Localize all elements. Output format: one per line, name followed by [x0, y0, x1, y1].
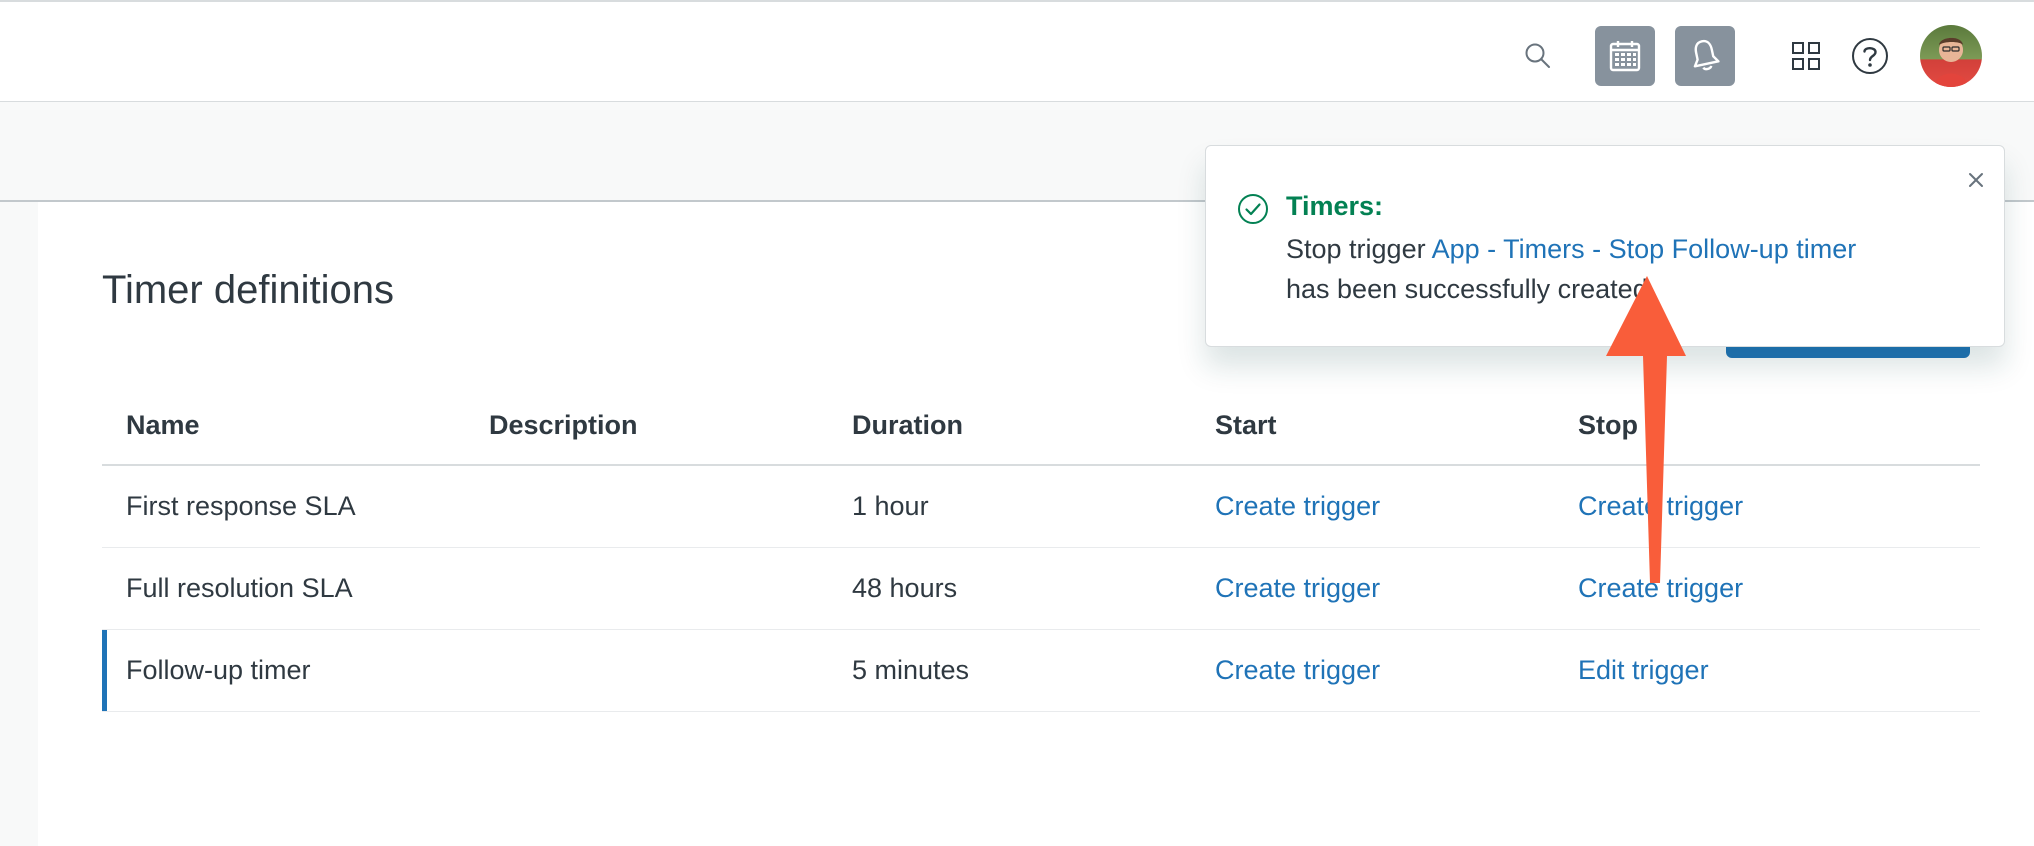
timer-name: Full resolution SLA	[102, 547, 465, 630]
page-title: Timer definitions	[102, 268, 394, 312]
check-circle-icon	[1236, 192, 1270, 226]
start-trigger-cell: Create trigger	[1191, 547, 1554, 630]
timer-name: Follow-up timer	[102, 629, 465, 712]
timer-definitions-table: Name Description Duration Start Stop Fir…	[102, 387, 1980, 712]
notification-title: Timers:	[1286, 191, 1384, 221]
close-icon[interactable]	[1958, 162, 1994, 198]
timer-description	[465, 465, 828, 548]
bell-icon[interactable]	[1675, 26, 1735, 86]
success-notification: Timers: Stop trigger App - Timers - Stop…	[1205, 145, 2005, 347]
edit-stop-trigger-link[interactable]: Edit trigger	[1578, 655, 1709, 685]
table-header-row: Name Description Duration Start Stop	[102, 387, 1980, 466]
timer-name: First response SLA	[102, 465, 465, 548]
stop-trigger-cell: Create trigger	[1554, 547, 1980, 630]
timer-duration: 5 minutes	[828, 629, 1191, 712]
stop-trigger-cell: Edit trigger	[1554, 629, 1980, 712]
message-suffix: has been successfully created.	[1286, 274, 1656, 304]
table-row: First response SLA 1 hour Create trigger…	[102, 465, 1980, 548]
column-header-description: Description	[465, 387, 828, 466]
column-header-name: Name	[102, 387, 465, 466]
create-start-trigger-link[interactable]: Create trigger	[1215, 491, 1380, 521]
timer-description	[465, 547, 828, 630]
timer-description	[465, 629, 828, 712]
stop-trigger-cell: Create trigger	[1554, 465, 1980, 548]
create-stop-trigger-link[interactable]: Create trigger	[1578, 573, 1743, 603]
top-bar	[0, 0, 2034, 102]
column-header-duration: Duration	[828, 387, 1191, 466]
start-trigger-cell: Create trigger	[1191, 629, 1554, 712]
help-icon[interactable]	[1848, 34, 1892, 78]
column-header-start: Start	[1191, 387, 1554, 466]
table-row-selected: Follow-up timer 5 minutes Create trigger…	[102, 629, 1980, 712]
table-row: Full resolution SLA 48 hours Create trig…	[102, 547, 1980, 630]
create-start-trigger-link[interactable]: Create trigger	[1215, 573, 1380, 603]
timer-duration: 48 hours	[828, 547, 1191, 630]
trigger-link[interactable]: App - Timers - Stop Follow-up timer	[1432, 234, 1857, 264]
message-prefix: Stop trigger	[1286, 234, 1426, 264]
apps-grid-icon[interactable]	[1786, 36, 1826, 76]
user-avatar[interactable]	[1920, 25, 1982, 87]
notification-message: Stop trigger App - Timers - Stop Follow-…	[1286, 229, 1966, 309]
timer-duration: 1 hour	[828, 465, 1191, 548]
calendar-icon[interactable]	[1595, 26, 1655, 86]
start-trigger-cell: Create trigger	[1191, 465, 1554, 548]
create-stop-trigger-link[interactable]: Create trigger	[1578, 491, 1743, 521]
column-header-stop: Stop	[1554, 387, 1980, 466]
create-start-trigger-link[interactable]: Create trigger	[1215, 655, 1380, 685]
search-icon[interactable]	[1516, 34, 1560, 78]
